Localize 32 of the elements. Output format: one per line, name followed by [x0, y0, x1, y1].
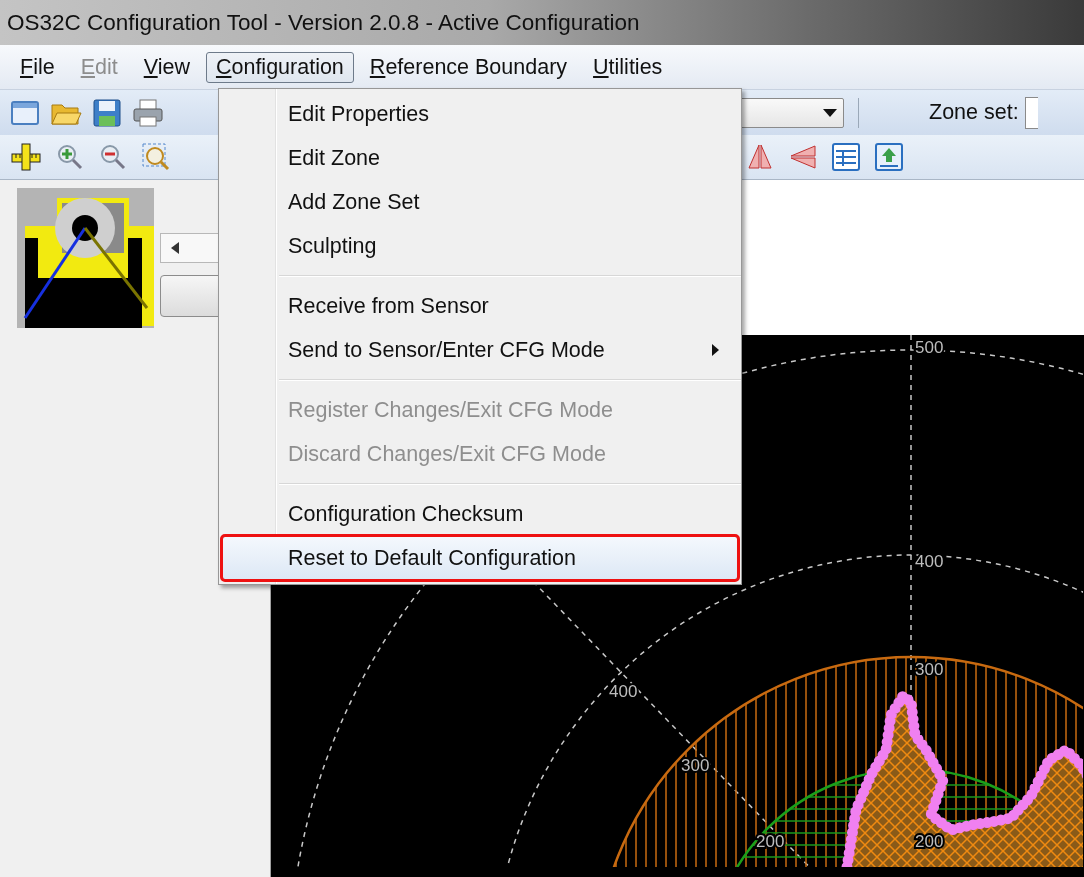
menu-item[interactable]: Receive from Sensor: [222, 284, 738, 328]
menu-item[interactable]: Reference Boundary: [359, 51, 578, 83]
zone-set-field[interactable]: [1024, 96, 1038, 129]
ruler-icon[interactable]: [10, 142, 42, 172]
table-icon[interactable]: [831, 142, 861, 172]
flip-icon[interactable]: [788, 142, 818, 172]
mirror-icon[interactable]: [745, 142, 775, 172]
menu-item[interactable]: Utilities: [583, 51, 673, 83]
menu-item[interactable]: Send to Sensor/Enter CFG Mode: [222, 328, 738, 372]
menu-item[interactable]: Reset to Default Configuration: [222, 536, 738, 580]
menu-item[interactable]: Add Zone Set: [222, 180, 738, 224]
zoom-out-icon[interactable]: [98, 142, 128, 172]
zoom-in-icon[interactable]: [55, 142, 85, 172]
caret-icon: [823, 108, 837, 117]
axis-label: 500: [915, 338, 944, 357]
window-title: OS32C Configuration Tool - Version 2.0.8 - Active Configuration: [6, 9, 640, 37]
scroll-left-icon[interactable]: [171, 242, 179, 254]
axis-label: 400: [609, 682, 638, 701]
zone-set-label: Zone set:: [929, 100, 1019, 125]
new-window-icon[interactable]: [10, 98, 40, 127]
save-icon[interactable]: [92, 97, 122, 128]
menu-item[interactable]: Sculpting: [222, 224, 738, 268]
menu-item[interactable]: Configuration: [205, 51, 354, 83]
menu-item[interactable]: Edit Properties: [222, 92, 738, 136]
zoom-fit-icon[interactable]: [141, 142, 171, 172]
menu-item[interactable]: View: [133, 51, 200, 83]
menu-item[interactable]: File: [10, 51, 65, 83]
menu-item[interactable]: Configuration Checksum: [222, 492, 738, 536]
print-icon[interactable]: [132, 97, 164, 128]
axis-label: 400: [915, 552, 944, 571]
upload-icon[interactable]: [874, 142, 904, 172]
configuration-menu[interactable]: [218, 88, 742, 585]
